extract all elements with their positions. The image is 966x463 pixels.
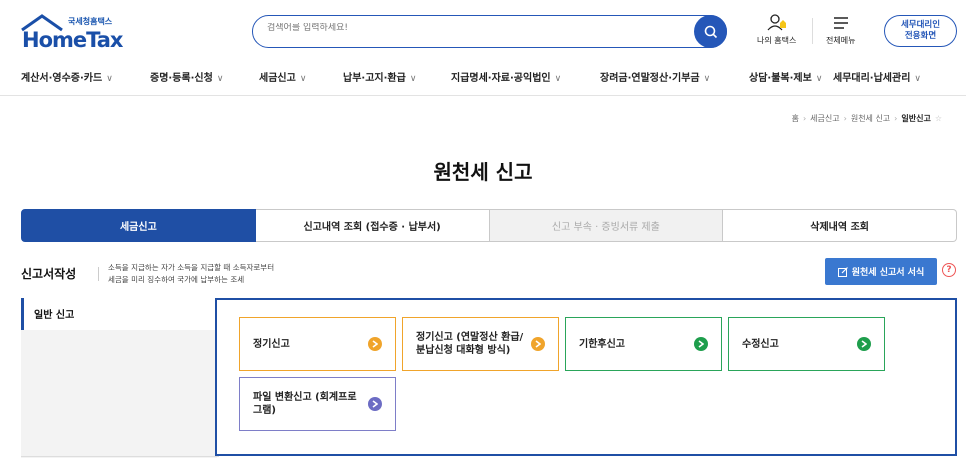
tax-agent-label-2: 전용화면 [904,31,937,41]
chevron-right-icon: › [843,114,847,123]
nav-label: 납부·고지·환급 [343,73,406,84]
nav-label: 세금신고 [259,73,296,84]
nav-item-agent[interactable]: 세무대리·납세관리 ∨ [833,69,921,84]
breadcrumb-tax-report[interactable]: 세금신고 [810,114,839,123]
chevron-down-icon: ∨ [815,74,823,84]
nav-label: 세무대리·납세관리 [833,73,911,84]
form-template-button[interactable]: 원천세 신고서 서식 [825,258,937,285]
card-file-conversion-report[interactable]: 파일 변환신고 (회계프로그램) [239,377,396,431]
all-menu-button[interactable]: 전체메뉴 [826,14,855,46]
nav-item-payment[interactable]: 납부·고지·환급 ∨ [343,69,416,84]
chevron-right-icon [694,337,708,351]
report-type-panel: 정기신고 정기신고 (연말정산 환급/분납신청 대화형 방식) 기한후신고 수정… [215,298,957,456]
chevron-down-icon: ∨ [106,74,113,84]
chevron-down-icon: ∨ [703,74,711,84]
card-late-report[interactable]: 기한후신고 [565,317,722,371]
tab-attachment-submit: 신고 부속 · 증빙서류 제출 [489,209,724,242]
nav-label: 지급명세·자료·공익법인 [451,73,551,84]
chevron-right-icon [531,337,545,351]
logo-subtitle: 국세청홈택스 [68,17,113,26]
search-input[interactable] [267,23,667,33]
nav-item-tax-report[interactable]: 세금신고 ∨ [259,69,306,84]
card-regular-report-interactive[interactable]: 정기신고 (연말정산 환급/분납신청 대화형 방식) [402,317,559,371]
chevron-right-icon [368,337,382,351]
card-label: 수정신고 [742,338,779,350]
section-title: 신고서작성 [21,267,77,281]
search-bar[interactable] [252,15,727,48]
breadcrumb-current: 일반신고 [901,114,931,123]
hometax-logo[interactable]: 국세청홈택스 HomeTax [20,14,125,52]
nav-item-consult[interactable]: 상담·불복·제보 ∨ [749,69,822,84]
main-nav: 계산서·영수증·카드 ∨ 증명·등록·신청 ∨ 세금신고 ∨ 납부·고지·환급 ∨ 지급… [0,58,966,96]
logo-text: HomeTax [22,28,123,52]
chevron-right-icon [368,397,382,411]
card-regular-report[interactable]: 정기신고 [239,317,396,371]
card-label: 기한후신고 [579,338,625,350]
my-hometax-label: 나의 홈택스 [757,36,797,45]
chevron-down-icon: ∨ [409,74,417,84]
help-icon[interactable]: ? [942,263,956,277]
side-menu-label: 일반 신고 [34,310,75,321]
section-description: 소득을 지급하는 자가 소득을 지급할 때 소득자로부터 세금을 미리 징수하여… [108,262,274,286]
tax-agent-button[interactable]: 세무대리인 전용화면 [884,15,957,47]
nav-label: 상담·불복·제보 [749,73,812,84]
all-menu-label: 전체메뉴 [826,36,856,45]
chevron-right-icon: › [802,114,807,123]
tab-deleted-history[interactable]: 삭제내역 조회 [723,209,957,242]
tab-tax-report[interactable]: 세금신고 [21,209,256,242]
card-amended-report[interactable]: 수정신고 [728,317,885,371]
nav-item-incentive[interactable]: 장려금·연말정산·기부금 ∨ [600,69,710,84]
chevron-right-icon [857,337,871,351]
edit-icon [837,266,848,277]
menu-icon [833,17,848,29]
breadcrumb: 홈 › 세금신고 › 원천세 신고 › 일반신고 ☆ [792,113,942,124]
search-icon [704,25,717,38]
star-icon[interactable]: ☆ [935,114,942,123]
nav-label: 장려금·연말정산·기부금 [600,73,700,84]
chevron-down-icon: ∨ [216,74,224,84]
section-divider [98,267,99,281]
chevron-down-icon: ∨ [554,74,562,84]
tax-agent-label-1: 세무대리인 [900,20,941,30]
user-icon [767,14,786,31]
tab-report-history[interactable]: 신고내역 조회 (접수증 · 납부서) [255,209,490,242]
breadcrumb-withholding[interactable]: 원천세 신고 [851,114,890,123]
card-label: 정기신고 [253,338,290,350]
nav-item-statement[interactable]: 지급명세·자료·공익법인 ∨ [451,69,561,84]
breadcrumb-home[interactable]: 홈 [792,114,799,123]
desc-line: 소득을 지급하는 자가 소득을 지급할 때 소득자로부터 [108,263,275,272]
card-label: 파일 변환신고 (회계프로그램) [253,392,357,416]
side-bottom-line [21,456,219,457]
chevron-down-icon: ∨ [914,74,921,84]
chevron-right-icon: › [894,114,898,123]
chevron-down-icon: ∨ [299,74,307,84]
tab-bar: 세금신고 신고내역 조회 (접수증 · 납부서) 신고 부속 · 증빙서류 제출… [21,209,957,242]
form-template-label: 원천세 신고서 서식 [851,268,925,278]
nav-label: 증명·등록·신청 [150,73,213,84]
header-divider [812,18,813,44]
nav-item-invoice[interactable]: 계산서·영수증·카드 ∨ [21,69,113,84]
nav-item-certificate[interactable]: 증명·등록·신청 ∨ [150,69,223,84]
nav-label: 계산서·영수증·카드 [21,73,103,84]
search-button[interactable] [694,15,727,48]
page-title: 원천세 신고 [433,160,533,184]
card-label: 정기신고 (연말정산 환급/분납신청 대화형 방식) [416,332,524,356]
my-hometax-button[interactable]: 나의 홈택스 [757,14,796,46]
desc-line: 세금을 미리 징수하여 국가에 납부하는 조세 [108,275,245,284]
